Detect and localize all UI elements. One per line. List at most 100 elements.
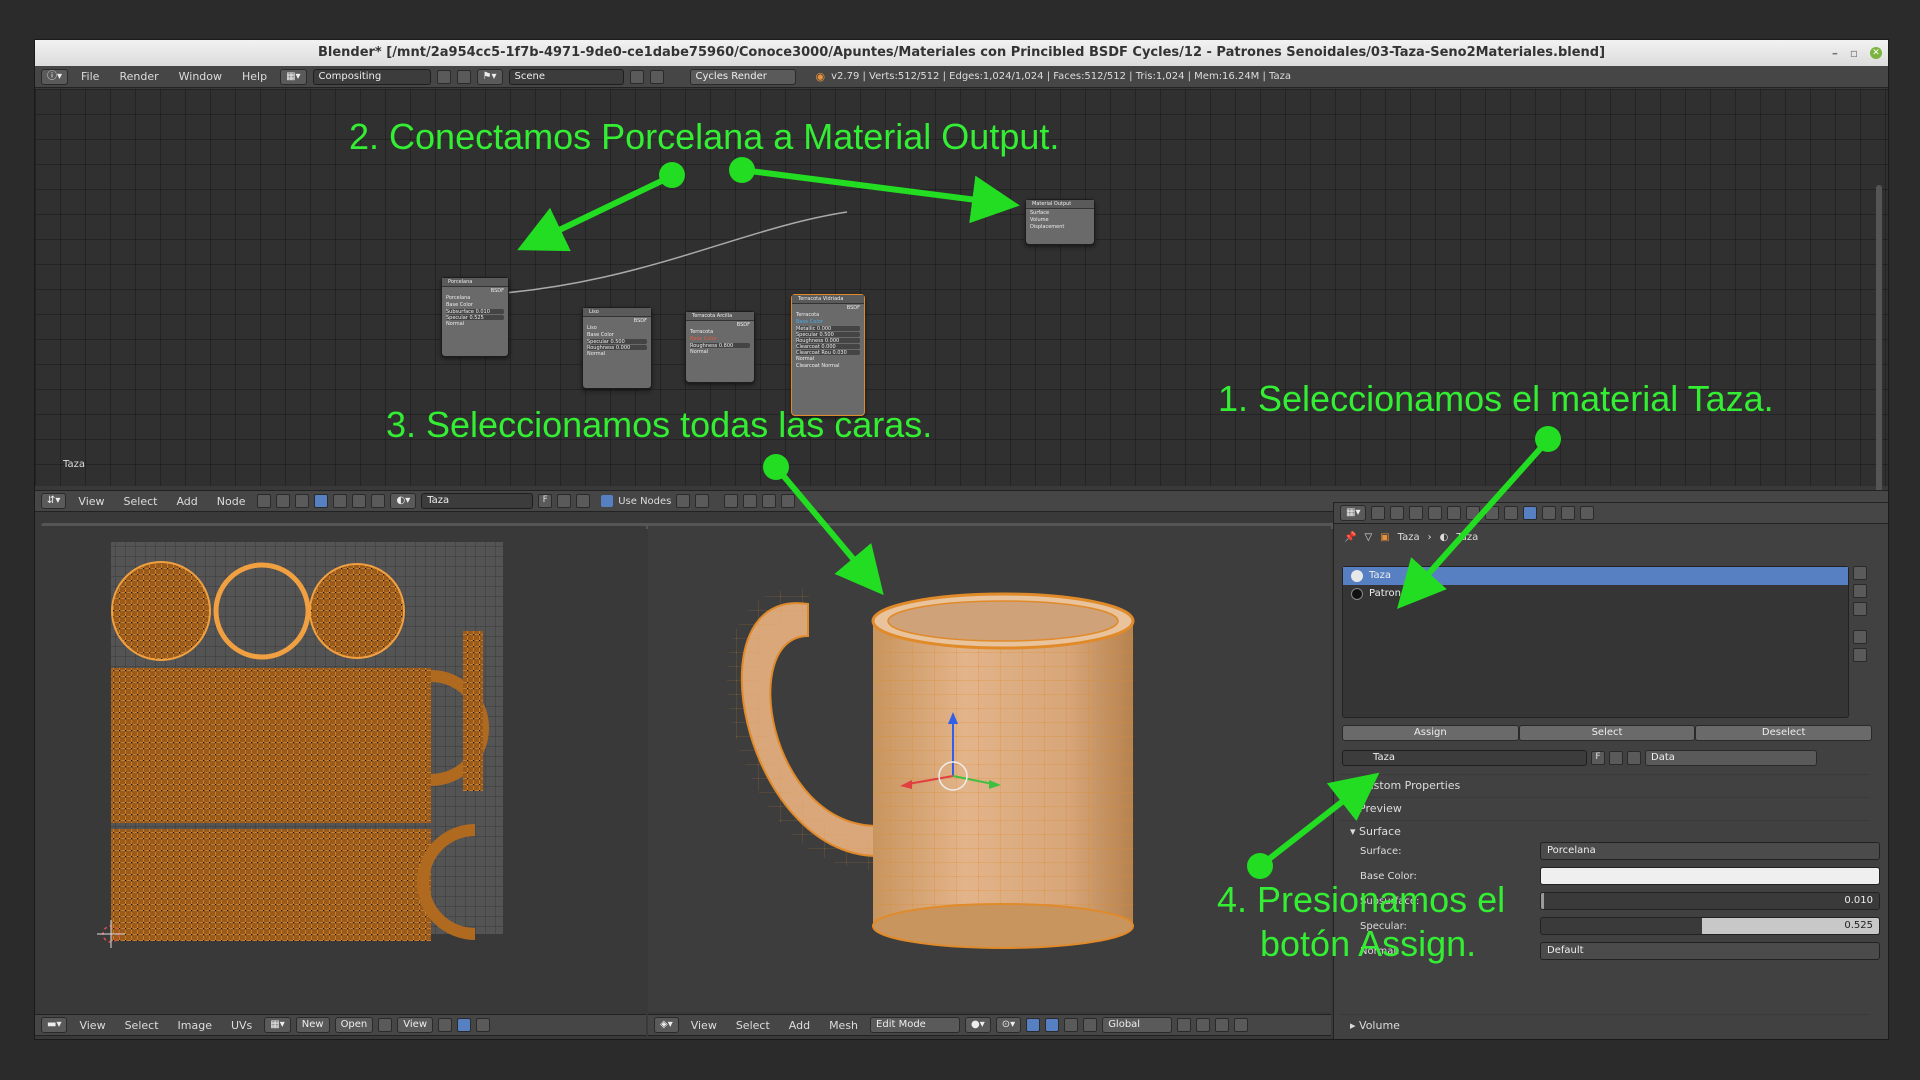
texture-tree-icon[interactable]: [295, 494, 310, 508]
node-terracota-arcilla-row[interactable]: Roughness 0.800: [690, 343, 750, 349]
scale-manipulator-icon[interactable]: [1083, 1018, 1098, 1032]
scene-tab-icon[interactable]: [1409, 506, 1424, 520]
world-tab-icon[interactable]: [1428, 506, 1443, 520]
node-terracota-vidriada-row[interactable]: Clearcoat 0.000: [796, 344, 860, 350]
uv-view-mode-select[interactable]: View: [397, 1017, 434, 1033]
material-shader-icon[interactable]: [314, 494, 329, 508]
edge-select-icon[interactable]: [1215, 1018, 1230, 1032]
world-shader-icon[interactable]: [352, 494, 367, 508]
maximize-icon[interactable]: ▫: [1850, 40, 1858, 66]
assign-button[interactable]: Assign: [1342, 725, 1519, 741]
node-menu-node[interactable]: Node: [210, 495, 253, 508]
node-editor-type-icon[interactable]: ⇵▾: [41, 493, 67, 509]
section-preview[interactable]: ▸ Preview: [1340, 797, 1870, 820]
section-surface[interactable]: ▾ Surface: [1340, 820, 1870, 843]
parent-node-tree-icon[interactable]: [676, 494, 691, 508]
texture-tab-icon[interactable]: [1542, 506, 1557, 520]
go-parent-icon[interactable]: [695, 494, 710, 508]
screen-layout-icon[interactable]: ▦▾: [280, 68, 307, 85]
base-color-swatch[interactable]: [1540, 867, 1880, 885]
transform-orientation-select[interactable]: Global: [1102, 1017, 1173, 1033]
node-material-field[interactable]: Taza: [421, 493, 534, 509]
screen-layout-field[interactable]: Compositing: [312, 68, 431, 85]
uv-menu-image[interactable]: Image: [171, 1019, 219, 1032]
3d-editor-type-icon[interactable]: ◈▾: [654, 1017, 679, 1033]
material-slot-patrones[interactable]: Patrones: [1343, 585, 1848, 603]
data-tab-icon[interactable]: [1504, 506, 1519, 520]
editor-type-info-icon[interactable]: ⓘ▾: [41, 68, 69, 85]
node-liso-row[interactable]: Roughness 0.000: [587, 345, 647, 351]
uv-editor[interactable]: [35, 526, 646, 1012]
node-liso[interactable]: Liso BSDF Liso Base Color Specular 0.500…: [582, 307, 652, 389]
render-engine-select[interactable]: Cycles Render: [689, 68, 796, 85]
physics-tab-icon[interactable]: [1580, 506, 1595, 520]
uv-menu-uvs[interactable]: UVs: [224, 1019, 259, 1032]
deselect-button[interactable]: Deselect: [1695, 725, 1873, 741]
node-terracota-vidriada-row[interactable]: Clearcoat Rou 0.030: [796, 350, 860, 356]
normal-select[interactable]: Default: [1540, 942, 1880, 960]
remove-slot-icon[interactable]: [1853, 584, 1867, 598]
uv-menu-select[interactable]: Select: [118, 1019, 166, 1032]
modifiers-tab-icon[interactable]: [1485, 506, 1500, 520]
uv-editor-type-icon[interactable]: ▬▾: [41, 1017, 68, 1033]
specular-slider[interactable]: 0.525: [1540, 917, 1880, 935]
compositing-tree-icon[interactable]: [276, 494, 291, 508]
node-porcelana-row[interactable]: Specular 0.525: [446, 315, 504, 321]
add-slot-icon[interactable]: [1853, 566, 1867, 580]
copy-nodes-icon[interactable]: [762, 494, 777, 508]
pivot-point-icon[interactable]: ⊙▾: [995, 1017, 1022, 1033]
3d-menu-view[interactable]: View: [684, 1019, 724, 1032]
object-tab-icon[interactable]: [1447, 506, 1462, 520]
linestyle-shader-icon[interactable]: [371, 494, 386, 508]
subsurface-slider[interactable]: 0.010: [1540, 892, 1880, 910]
3d-menu-mesh[interactable]: Mesh: [822, 1019, 865, 1032]
node-menu-add[interactable]: Add: [169, 495, 204, 508]
translate-manipulator-icon[interactable]: [1045, 1018, 1060, 1032]
material-browse-icon[interactable]: ◐▾: [390, 493, 417, 509]
section-volume[interactable]: ▸ Volume: [1340, 1014, 1870, 1037]
material-fake-user-toggle[interactable]: F: [1591, 751, 1605, 765]
node-porcelana[interactable]: Porcelana BSDF Porcelana Base Color Subs…: [441, 277, 509, 357]
node-terracota-arcilla[interactable]: Terracota Arcilla BSDF Terracota Base Co…: [685, 311, 755, 383]
link-select[interactable]: Data: [1645, 750, 1817, 766]
image-browse-icon[interactable]: ▦▾: [264, 1017, 291, 1033]
rotate-manipulator-icon[interactable]: [1064, 1018, 1079, 1032]
object-shader-icon[interactable]: [333, 494, 348, 508]
particles-tab-icon[interactable]: [1561, 506, 1576, 520]
material-name-field[interactable]: Taza: [1342, 750, 1587, 766]
constraints-tab-icon[interactable]: [1466, 506, 1481, 520]
node-terracota-vidriada-row[interactable]: Specular 0.500: [796, 332, 860, 338]
menu-render[interactable]: Render: [112, 70, 165, 83]
minimize-icon[interactable]: –: [1832, 40, 1838, 66]
move-slot-up-icon[interactable]: [1853, 630, 1867, 644]
menu-help[interactable]: Help: [235, 70, 274, 83]
material-tab-icon[interactable]: [1523, 506, 1538, 520]
remove-scene-icon[interactable]: [649, 69, 664, 84]
menu-window[interactable]: Window: [172, 70, 229, 83]
node-menu-view[interactable]: View: [71, 495, 111, 508]
move-slot-down-icon[interactable]: [1853, 648, 1867, 662]
node-material-output[interactable]: Material Output Surface Volume Displacem…: [1025, 199, 1095, 245]
menu-file[interactable]: File: [74, 70, 106, 83]
layer-icon[interactable]: [1177, 1018, 1192, 1032]
add-scene-icon[interactable]: [629, 69, 644, 84]
remove-screen-icon[interactable]: [456, 69, 471, 84]
3d-menu-add[interactable]: Add: [782, 1019, 817, 1032]
add-screen-icon[interactable]: [436, 69, 451, 84]
node-terracota-vidriada-row[interactable]: Metallic 0.000: [796, 326, 860, 332]
paste-nodes-icon[interactable]: [781, 494, 796, 508]
snap-icon[interactable]: [724, 494, 739, 508]
uv-menu-view[interactable]: View: [72, 1019, 112, 1032]
scene-field[interactable]: Scene: [508, 68, 624, 85]
mode-select[interactable]: Edit Mode: [870, 1017, 961, 1033]
uv-sync-icon[interactable]: [457, 1018, 472, 1032]
node-editor-vscrollbar[interactable]: [1876, 185, 1882, 525]
scene-icon[interactable]: ⚑▾: [476, 68, 503, 85]
add-material-icon[interactable]: [557, 494, 572, 508]
unlink-material-icon[interactable]: [576, 494, 591, 508]
fake-user-toggle[interactable]: F: [538, 494, 553, 508]
shader-tree-icon[interactable]: [257, 494, 272, 508]
pin-icon[interactable]: [378, 1018, 393, 1032]
node-liso-row[interactable]: Specular 0.500: [587, 339, 647, 345]
material-slot-list[interactable]: Taza Patrones: [1342, 566, 1849, 718]
